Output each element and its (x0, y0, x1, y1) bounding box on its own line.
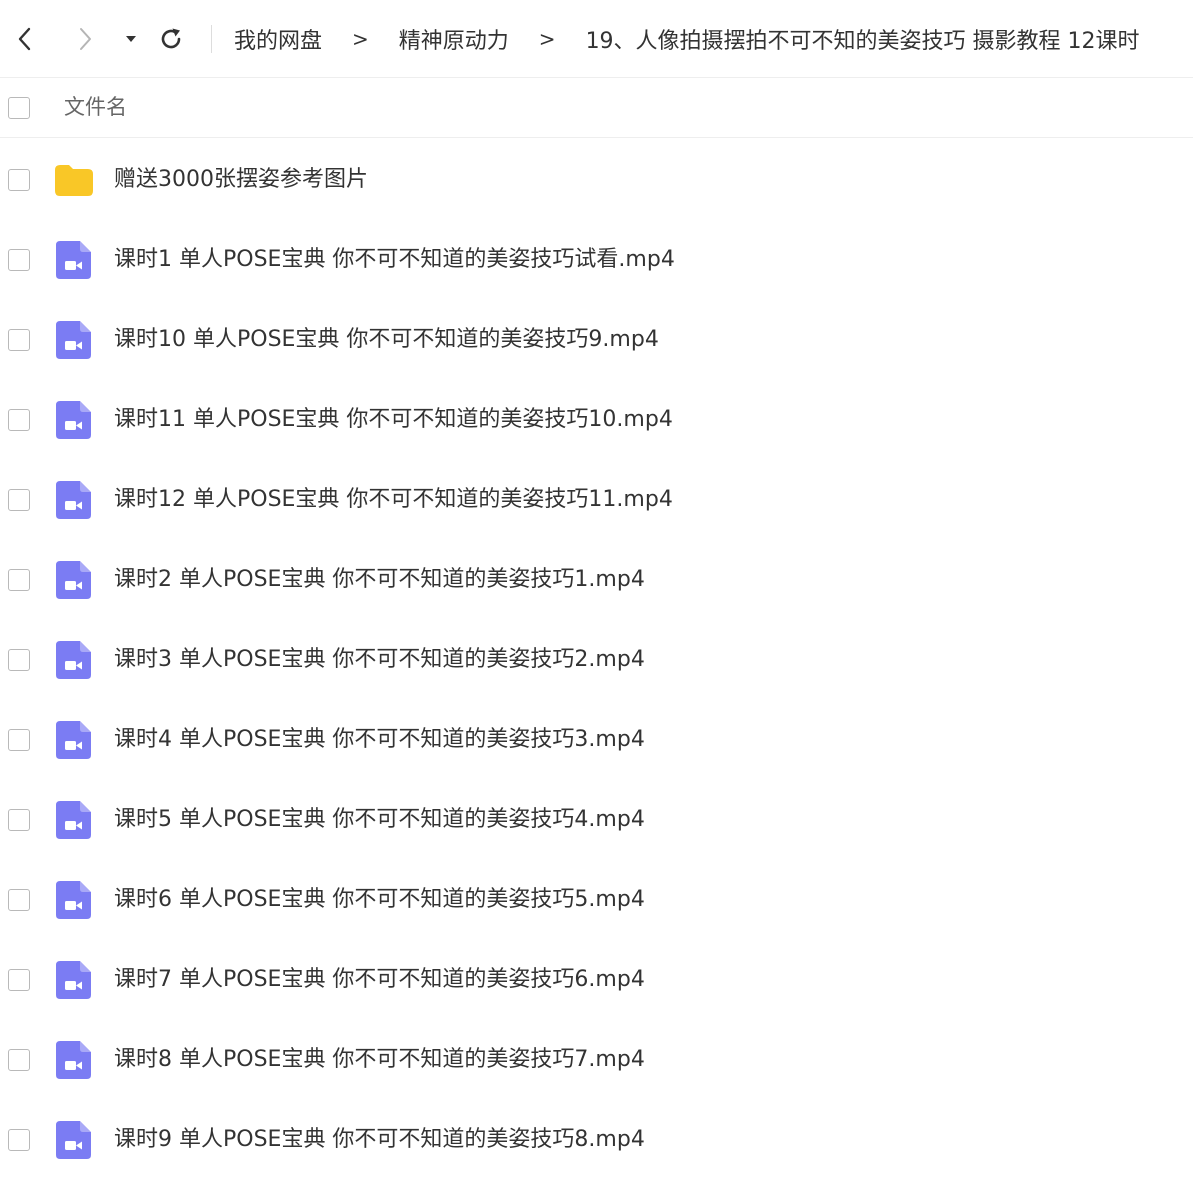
row-checkbox[interactable] (8, 249, 30, 271)
video-file-icon (54, 640, 94, 680)
list-item[interactable]: 课时6 单人POSE宝典 你不可不知道的美姿技巧5.mp4 (0, 860, 1193, 940)
list-item[interactable]: 课时3 单人POSE宝典 你不可不知道的美姿技巧2.mp4 (0, 620, 1193, 700)
refresh-button[interactable] (158, 26, 184, 52)
row-checkbox[interactable] (8, 169, 30, 191)
toolbar: 我的网盘 > 精神原动力 > 19、人像拍摄摆拍不可不知的美姿技巧 摄影教程 1… (0, 0, 1193, 78)
select-all-checkbox[interactable] (8, 97, 30, 119)
row-checkbox[interactable] (8, 409, 30, 431)
list-item[interactable]: 课时5 单人POSE宝典 你不可不知道的美姿技巧4.mp4 (0, 780, 1193, 860)
row-checkbox[interactable] (8, 729, 30, 751)
forward-button[interactable] (72, 26, 98, 52)
breadcrumb-item-current[interactable]: 19、人像拍摄摆拍不可不知的美姿技巧 摄影教程 12课时 (586, 23, 1140, 55)
video-file-icon (54, 960, 94, 1000)
breadcrumb: 我的网盘 > 精神原动力 > 19、人像拍摄摆拍不可不知的美姿技巧 摄影教程 1… (234, 22, 1140, 56)
file-name[interactable]: 课时9 单人POSE宝典 你不可不知道的美姿技巧8.mp4 (114, 1124, 645, 1156)
folder-icon (54, 160, 94, 200)
breadcrumb-separator: > (538, 27, 556, 51)
list-item[interactable]: 课时9 单人POSE宝典 你不可不知道的美姿技巧8.mp4 (0, 1100, 1193, 1180)
row-checkbox[interactable] (8, 969, 30, 991)
file-name[interactable]: 课时5 单人POSE宝典 你不可不知道的美姿技巧4.mp4 (114, 804, 645, 836)
list-item[interactable]: 课时4 单人POSE宝典 你不可不知道的美姿技巧3.mp4 (0, 700, 1193, 780)
video-file-icon (54, 880, 94, 920)
row-checkbox[interactable] (8, 489, 30, 511)
list-item[interactable]: 课时12 单人POSE宝典 你不可不知道的美姿技巧11.mp4 (0, 460, 1193, 540)
file-list: 赠送3000张摆姿参考图片 课时1 单人POSE宝典 你不可不知道的美姿技巧试看… (0, 140, 1193, 1180)
file-name[interactable]: 赠送3000张摆姿参考图片 (114, 164, 368, 196)
video-file-icon (54, 800, 94, 840)
list-item[interactable]: 课时10 单人POSE宝典 你不可不知道的美姿技巧9.mp4 (0, 300, 1193, 380)
column-header-filename[interactable]: 文件名 (64, 92, 127, 122)
list-item[interactable]: 课时2 单人POSE宝典 你不可不知道的美姿技巧1.mp4 (0, 540, 1193, 620)
row-checkbox[interactable] (8, 569, 30, 591)
list-item[interactable]: 课时1 单人POSE宝典 你不可不知道的美姿技巧试看.mp4 (0, 220, 1193, 300)
file-name[interactable]: 课时6 单人POSE宝典 你不可不知道的美姿技巧5.mp4 (114, 884, 645, 916)
list-header: 文件名 (0, 78, 1193, 138)
video-file-icon (54, 720, 94, 760)
file-name[interactable]: 课时2 单人POSE宝典 你不可不知道的美姿技巧1.mp4 (114, 564, 645, 596)
video-file-icon (54, 1040, 94, 1080)
toolbar-divider (211, 25, 212, 53)
video-file-icon (54, 400, 94, 440)
breadcrumb-item-root[interactable]: 我的网盘 (234, 23, 322, 55)
video-file-icon (54, 240, 94, 280)
file-name[interactable]: 课时4 单人POSE宝典 你不可不知道的美姿技巧3.mp4 (114, 724, 645, 756)
video-file-icon (54, 560, 94, 600)
chevron-left-icon (18, 27, 31, 51)
row-checkbox[interactable] (8, 1049, 30, 1071)
breadcrumb-separator: > (352, 27, 369, 51)
file-name[interactable]: 课时12 单人POSE宝典 你不可不知道的美姿技巧11.mp4 (114, 484, 673, 516)
list-item[interactable]: 课时7 单人POSE宝典 你不可不知道的美姿技巧6.mp4 (0, 940, 1193, 1020)
video-file-icon (54, 480, 94, 520)
row-checkbox[interactable] (8, 809, 30, 831)
video-file-icon (54, 320, 94, 360)
file-name[interactable]: 课时3 单人POSE宝典 你不可不知道的美姿技巧2.mp4 (114, 644, 645, 676)
file-name[interactable]: 课时11 单人POSE宝典 你不可不知道的美姿技巧10.mp4 (114, 404, 673, 436)
list-item[interactable]: 课时11 单人POSE宝典 你不可不知道的美姿技巧10.mp4 (0, 380, 1193, 460)
history-dropdown-button[interactable] (118, 26, 144, 52)
file-name[interactable]: 课时1 单人POSE宝典 你不可不知道的美姿技巧试看.mp4 (114, 244, 675, 276)
row-checkbox[interactable] (8, 649, 30, 671)
back-button[interactable] (12, 26, 38, 52)
file-name[interactable]: 课时7 单人POSE宝典 你不可不知道的美姿技巧6.mp4 (114, 964, 645, 996)
list-item[interactable]: 课时8 单人POSE宝典 你不可不知道的美姿技巧7.mp4 (0, 1020, 1193, 1100)
row-checkbox[interactable] (8, 1129, 30, 1151)
file-name[interactable]: 课时8 单人POSE宝典 你不可不知道的美姿技巧7.mp4 (114, 1044, 645, 1076)
refresh-icon (161, 28, 181, 49)
file-name[interactable]: 课时10 单人POSE宝典 你不可不知道的美姿技巧9.mp4 (114, 324, 659, 356)
list-item[interactable]: 赠送3000张摆姿参考图片 (0, 140, 1193, 220)
caret-down-icon (126, 36, 136, 42)
video-file-icon (54, 1120, 94, 1160)
chevron-right-icon (80, 28, 91, 50)
row-checkbox[interactable] (8, 889, 30, 911)
row-checkbox[interactable] (8, 329, 30, 351)
breadcrumb-item-parent[interactable]: 精神原动力 (399, 23, 509, 55)
